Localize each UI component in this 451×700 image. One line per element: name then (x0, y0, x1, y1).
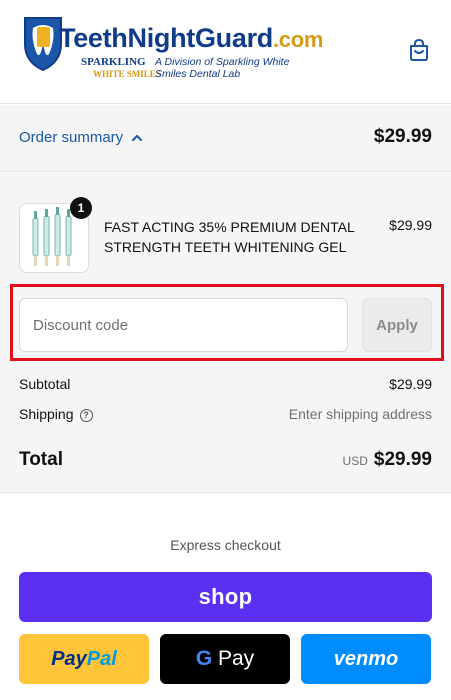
shopping-bag-icon[interactable] (408, 38, 430, 62)
express-checkout-title: Express checkout (170, 537, 281, 553)
google-g-icon: G (195, 647, 213, 670)
venmo-button[interactable]: venmo (301, 634, 431, 684)
google-pay-button[interactable]: G Pay (160, 634, 290, 684)
google-pay-label: Pay (212, 647, 255, 670)
subtotal-value: $29.99 (389, 376, 432, 392)
brand-name: TeethNightGuard.com (59, 23, 324, 53)
total-amount: $29.99 (373, 449, 432, 470)
quantity-badge: 1 (70, 197, 92, 219)
paypal-button[interactable]: PayPal (19, 634, 149, 684)
total-amount-group: USD $29.99 (343, 449, 432, 471)
currency-code: USD (342, 454, 368, 468)
total-row: Total USD $29.99 (19, 449, 432, 471)
product-name: FAST ACTING 35% PREMIUM DENTAL STRENGTH … (104, 219, 355, 255)
order-summary-total: $29.99 (373, 126, 432, 147)
brand-division-line1: A Division of Sparkling White (155, 56, 290, 68)
shop-pay-button[interactable]: shop (19, 572, 432, 622)
brand-sub-line1: SPARKLING (81, 56, 146, 68)
apply-discount-button[interactable]: Apply (362, 298, 432, 352)
header: TeethNightGuard.com SPARKLING WHITE SMIL… (0, 0, 451, 104)
product-price: $29.99 (389, 217, 432, 233)
brand-sub-line2: WHITE SMILES (93, 69, 161, 79)
subtotal-label: Subtotal (19, 376, 71, 392)
order-summary-toggle[interactable]: Order summary (19, 129, 143, 146)
help-icon[interactable]: ? (79, 408, 93, 422)
brand-logo[interactable]: TeethNightGuard.com SPARKLING WHITE SMIL… (19, 14, 323, 84)
total-label: Total (19, 449, 63, 470)
order-summary-label: Order summary (19, 129, 124, 146)
order-summary-bar: Order summary $29.99 (0, 105, 451, 172)
brand-division-line2: Smiles Dental Lab (155, 68, 241, 80)
paypal-label-part2: Pal (86, 647, 117, 670)
subtotal-row: Subtotal $29.99 (19, 376, 432, 392)
order-details: 1 FAST ACTING 35% PREMIUM DENTAL STRENGT… (0, 173, 451, 493)
discount-code-input[interactable] (19, 298, 348, 352)
shipping-row: Shipping? Enter shipping address (19, 406, 432, 422)
shipping-label: Shipping (19, 406, 74, 422)
shipping-value: Enter shipping address (288, 406, 432, 422)
shipping-label-group: Shipping? (19, 406, 93, 422)
chevron-up-icon (132, 134, 143, 141)
paypal-label-part1: Pay (51, 647, 87, 670)
